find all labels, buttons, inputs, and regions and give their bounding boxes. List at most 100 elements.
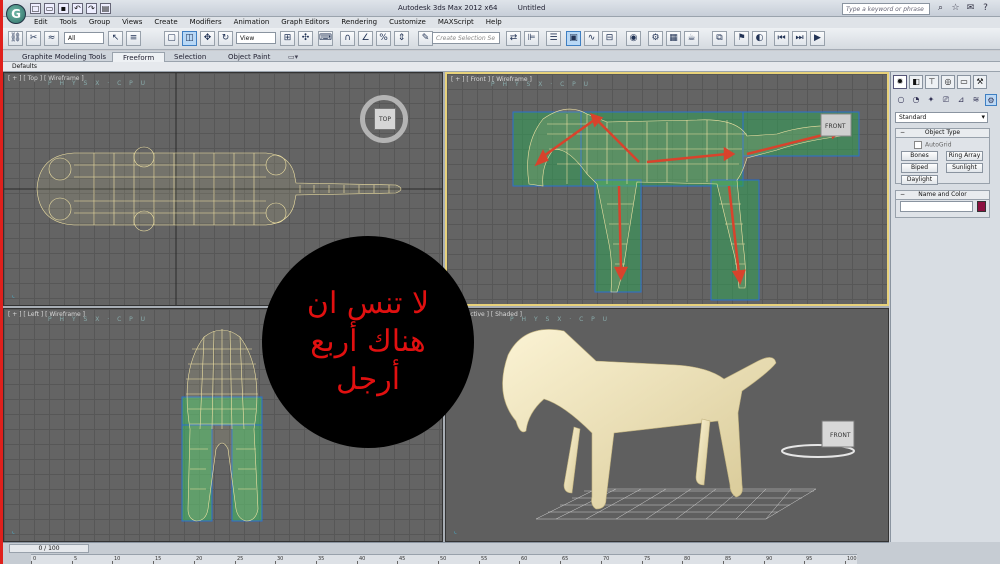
app-title: Autodesk 3ds Max 2012 x64 — [398, 4, 498, 12]
viewport-top-physx: P H Y S X · C P U — [48, 80, 149, 87]
percent-snap-icon[interactable]: % — [376, 31, 391, 46]
named-selection-set-dropdown[interactable]: Create Selection Se — [432, 32, 500, 44]
align-icon[interactable]: ⊫ — [524, 31, 539, 46]
menu-graph-editors[interactable]: Graph Editors — [281, 17, 329, 28]
object-category-dropdown[interactable]: Standard — [895, 112, 988, 123]
graphite-ribbon-toggle-icon[interactable]: ▣ — [566, 31, 581, 46]
menu-edit[interactable]: Edit — [34, 17, 48, 28]
pivot-center-icon[interactable]: ⊞ — [280, 31, 295, 46]
schematic-view-icon[interactable]: ⊟ — [602, 31, 617, 46]
object-name-input[interactable] — [900, 201, 973, 212]
window-crossing-icon[interactable]: ◫ — [182, 31, 197, 46]
select-manipulate-icon[interactable]: ✣ — [298, 31, 313, 46]
ribbon-options-icon[interactable]: ▭▾ — [288, 52, 298, 62]
viewport-front[interactable]: [ + ] [ Front ] [ Wireframe ] P H Y S X … — [445, 72, 889, 306]
view-cube-top[interactable]: TOP — [360, 95, 408, 143]
communication-icon[interactable]: ✉ — [965, 3, 976, 14]
object-type-header[interactable]: − Object Type — [896, 129, 989, 138]
angle-snap-icon[interactable]: ∠ — [358, 31, 373, 46]
biped-playback-icon[interactable]: ⏮ — [774, 31, 789, 46]
tab-freeform[interactable]: Freeform — [112, 52, 166, 62]
hierarchy-tab-icon[interactable]: ⊤ — [925, 75, 939, 89]
utilities-tab-icon[interactable]: ⚒ — [973, 75, 987, 89]
motion-tab-icon[interactable]: ◎ — [941, 75, 955, 89]
menu-customize[interactable]: Customize — [389, 17, 426, 28]
curve-editor-icon[interactable]: ∿ — [584, 31, 599, 46]
cameras-icon[interactable]: ⎚ — [940, 94, 952, 106]
menu-modifiers[interactable]: Modifiers — [190, 17, 222, 28]
geometry-icon[interactable]: ○ — [895, 94, 907, 106]
menu-rendering[interactable]: Rendering — [341, 17, 377, 28]
redo-icon[interactable]: ↷ — [86, 3, 97, 14]
animation-play-icon[interactable]: ▶ — [810, 31, 825, 46]
space-warps-icon[interactable]: ≋ — [970, 94, 982, 106]
select-object-icon[interactable]: ↖ — [108, 31, 123, 46]
select-by-name-icon[interactable]: ≡ — [126, 31, 141, 46]
undo-icon[interactable]: ↶ — [72, 3, 83, 14]
bind-space-warp-icon[interactable]: ≈ — [44, 31, 59, 46]
selection-filter-dropdown[interactable]: All — [64, 32, 104, 44]
modify-tab-icon[interactable]: ◧ — [909, 75, 923, 89]
menu-group[interactable]: Group — [89, 17, 110, 28]
project-folder-icon[interactable]: ▤ — [100, 3, 111, 14]
menu-tools[interactable]: Tools — [60, 17, 77, 28]
render-iterative-icon[interactable]: ⚑ — [734, 31, 749, 46]
new-file-icon[interactable]: □ — [30, 3, 41, 14]
tab-object-paint[interactable]: Object Paint — [228, 52, 270, 62]
menu-views[interactable]: Views — [122, 17, 142, 28]
shapes-icon[interactable]: ◔ — [910, 94, 922, 106]
mixer-icon[interactable]: ⏭ — [792, 31, 807, 46]
display-tab-icon[interactable]: ▭ — [957, 75, 971, 89]
tab-selection[interactable]: Selection — [174, 52, 206, 62]
rendered-frame-window-icon[interactable]: ▦ — [666, 31, 681, 46]
open-file-icon[interactable]: ▭ — [44, 3, 55, 14]
select-and-link-icon[interactable]: ⛓ — [8, 31, 23, 46]
timeline-tick-label: 30 — [277, 556, 284, 562]
help-icon[interactable]: ? — [980, 3, 991, 14]
subscription-icon[interactable]: ☆ — [950, 3, 961, 14]
ring-array-button[interactable]: Ring Array — [946, 151, 983, 161]
spinner-snap-icon[interactable]: ⇕ — [394, 31, 409, 46]
object-color-swatch[interactable] — [977, 201, 986, 212]
track-bar[interactable]: 0 5 10 15 20 25 30 35 40 45 50 55 60 65 70 75 80 85 90 95 10… — [31, 554, 857, 564]
tab-graphite-modeling-tools[interactable]: Graphite Modeling Tools — [22, 52, 106, 62]
time-slider[interactable]: 0 / 100 — [9, 544, 89, 553]
save-file-icon[interactable]: ▪ — [58, 3, 69, 14]
render-production-icon[interactable]: ☕ — [684, 31, 699, 46]
menu-maxscript[interactable]: MAXScript — [438, 17, 474, 28]
menu-animation[interactable]: Animation — [234, 17, 270, 28]
help-search-input[interactable]: Type a keyword or phrase — [842, 3, 930, 15]
view-cube-top-face[interactable]: TOP — [374, 108, 396, 130]
biped-button[interactable]: Biped — [901, 163, 938, 173]
reference-coordinate-dropdown[interactable]: View — [236, 32, 276, 44]
helpers-icon[interactable]: ⊿ — [955, 94, 967, 106]
search-icon[interactable]: ⌕ — [935, 3, 946, 14]
menu-help[interactable]: Help — [486, 17, 502, 28]
rectangle-selection-icon[interactable]: ▢ — [164, 31, 179, 46]
snaps-toggle-icon[interactable]: ∩ — [340, 31, 355, 46]
manage-scene-states-icon[interactable]: ⧉ — [712, 31, 727, 46]
autogrid-checkbox[interactable]: AutoGrid — [914, 141, 952, 149]
render-setup-icon[interactable]: ⚙ — [648, 31, 663, 46]
select-and-rotate-icon[interactable]: ↻ — [218, 31, 233, 46]
select-and-move-icon[interactable]: ✥ — [200, 31, 215, 46]
mirror-icon[interactable]: ⇄ — [506, 31, 521, 46]
name-and-color-header[interactable]: − Name and Color — [896, 191, 989, 200]
material-editor-icon[interactable]: ◉ — [626, 31, 641, 46]
daylight-button[interactable]: Daylight — [901, 175, 938, 185]
viewport-perspective[interactable]: Perspective ] [ Shaded ] P H Y S X · C P… — [445, 308, 889, 542]
create-tab-icon[interactable]: ✹ — [893, 75, 907, 89]
annotation-line-2: هناك أربع — [310, 324, 426, 359]
menu-create[interactable]: Create — [154, 17, 177, 28]
sunlight-button[interactable]: Sunlight — [946, 163, 983, 173]
lights-icon[interactable]: ✦ — [925, 94, 937, 106]
unlink-icon[interactable]: ✂ — [26, 31, 41, 46]
edit-named-selection-icon[interactable]: ✎ — [418, 31, 433, 46]
active-shade-icon[interactable]: ◐ — [752, 31, 767, 46]
bones-button[interactable]: Bones — [901, 151, 938, 161]
layer-manager-icon[interactable]: ☰ — [546, 31, 561, 46]
horse-top-mesh — [36, 146, 402, 232]
application-menu-button[interactable]: G — [6, 4, 26, 24]
keyboard-shortcut-toggle-icon[interactable]: ⌨ — [318, 31, 333, 46]
systems-icon[interactable]: ⚙ — [985, 94, 997, 106]
